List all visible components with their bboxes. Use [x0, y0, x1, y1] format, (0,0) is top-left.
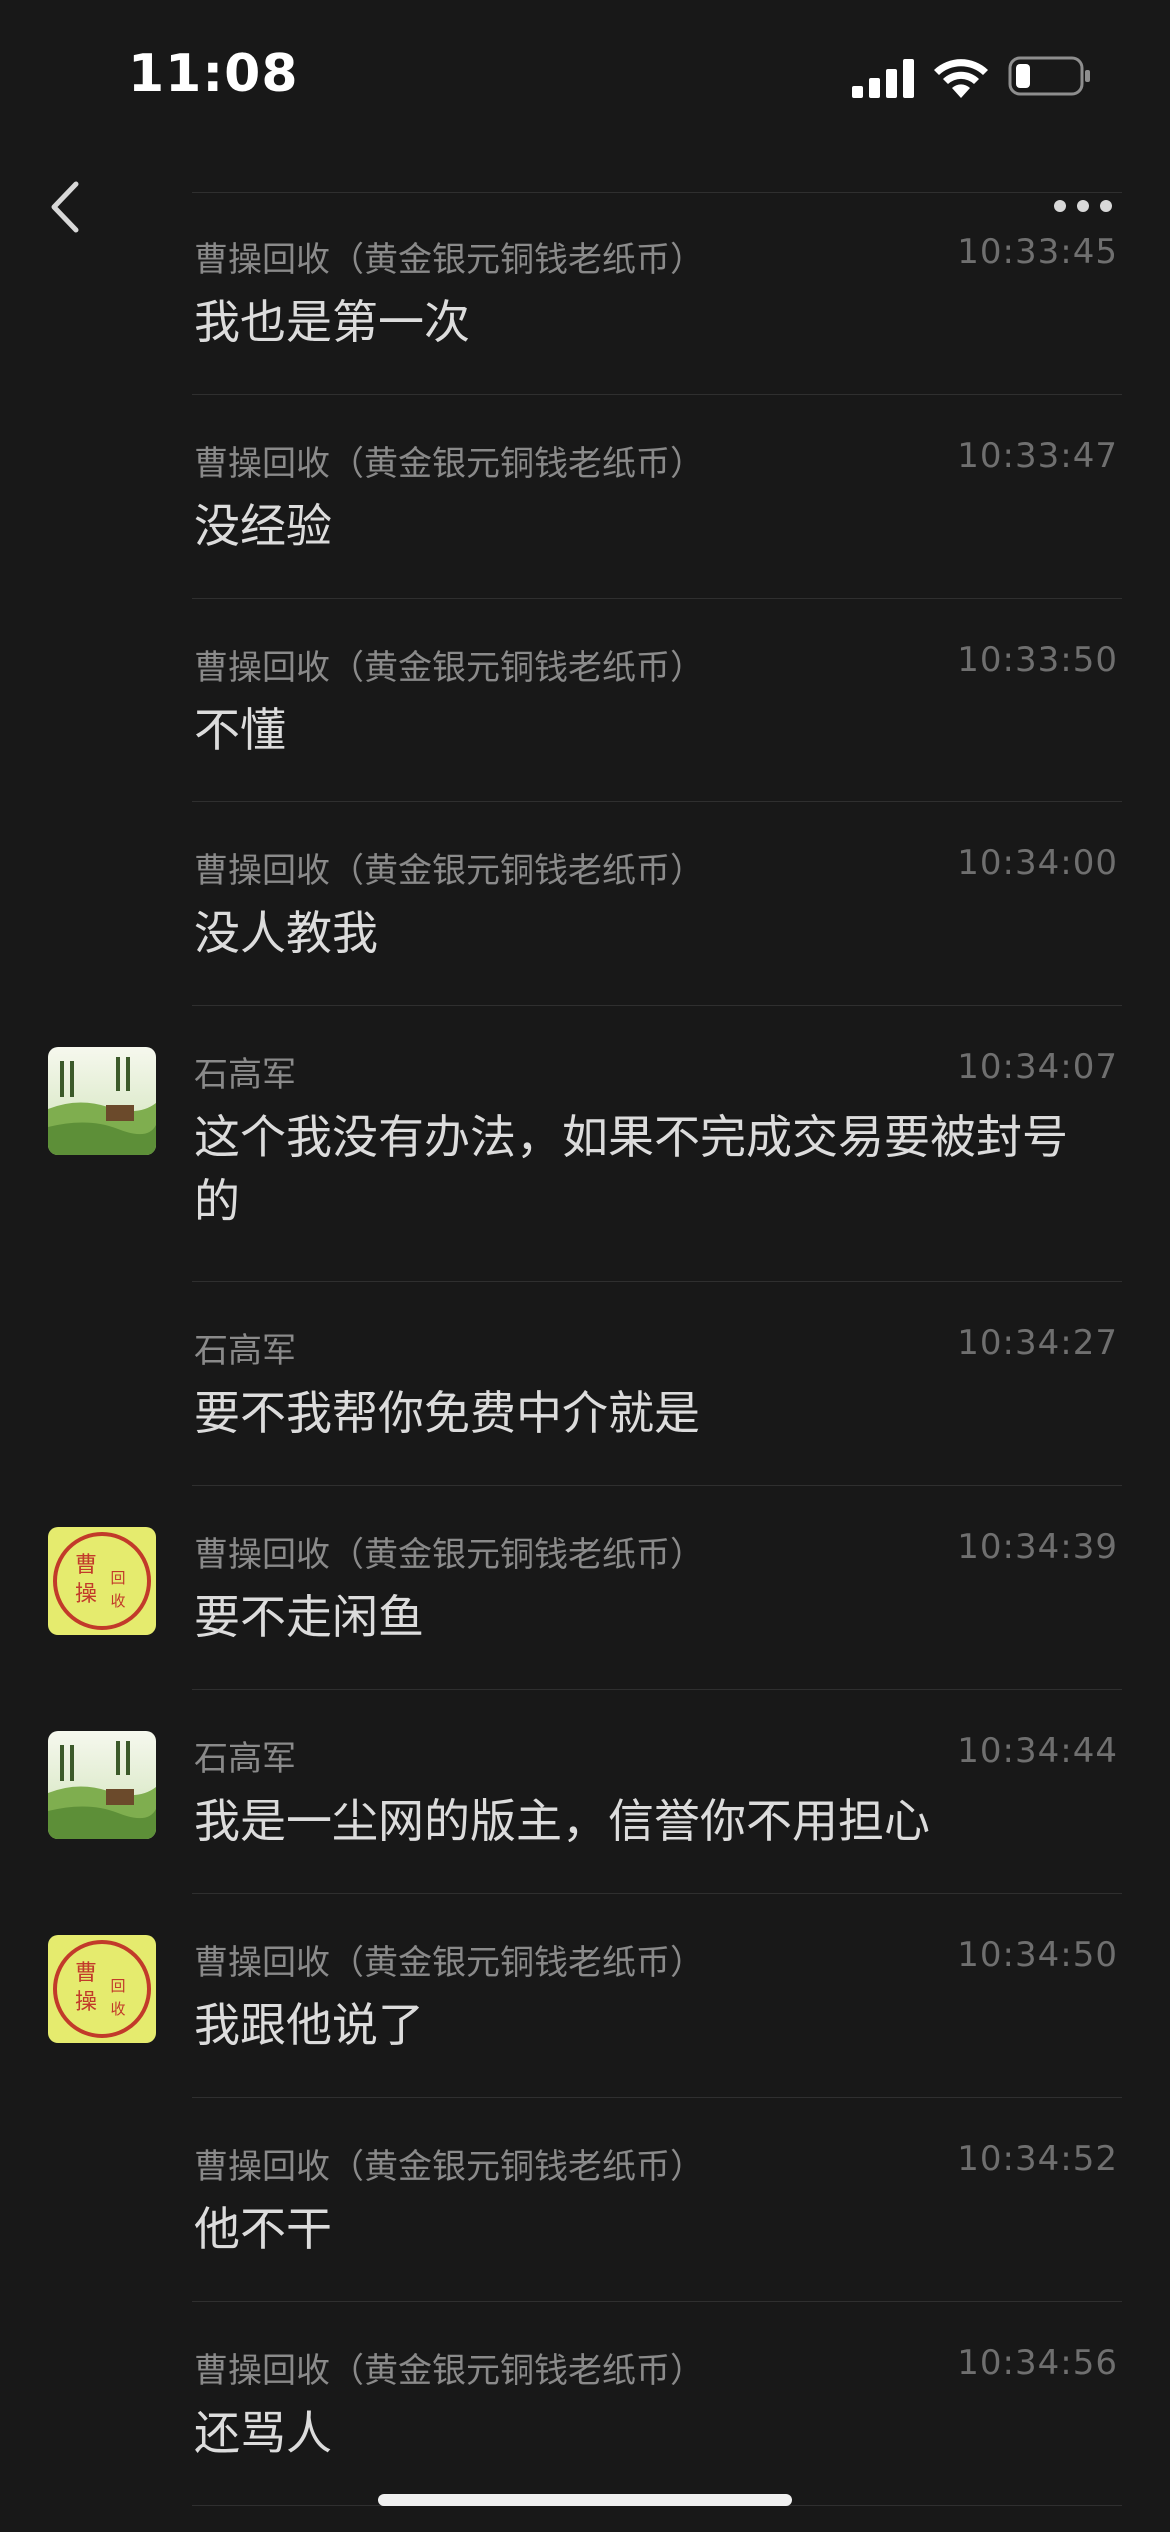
- message-sender: 曹操回收（黄金银元铜钱老纸币）: [194, 851, 704, 891]
- message-sender: 曹操回收（黄金银元铜钱老纸币）: [194, 1943, 704, 1983]
- top-divider: [192, 192, 1122, 193]
- svg-text:回: 回: [110, 1569, 125, 1587]
- landscape-avatar[interactable]: [48, 1047, 156, 1155]
- message-sender: 石高军: [194, 1739, 296, 1779]
- battery-icon: [1008, 56, 1090, 96]
- status-bar: 11:08: [0, 0, 1170, 150]
- cellular-signal-icon: [852, 59, 914, 98]
- message-timestamp: 10:34:27: [957, 1323, 1118, 1363]
- svg-text:曹: 曹: [75, 1961, 97, 1986]
- message-divider: [192, 801, 1122, 802]
- message-timestamp: 10:33:45: [957, 232, 1118, 272]
- message-sender: 曹操回收（黄金银元铜钱老纸币）: [194, 240, 704, 280]
- message-divider: [192, 1005, 1122, 1006]
- message-sender: 曹操回收（黄金银元铜钱老纸币）: [194, 2147, 704, 2187]
- message-sender: 曹操回收（黄金银元铜钱老纸币）: [194, 1535, 704, 1575]
- message-text: 不懂: [194, 703, 286, 757]
- message-text: 这个我没有办法，如果不完成交易要被封号的: [194, 1110, 1068, 1228]
- message-divider: [192, 1281, 1122, 1282]
- message-sender: 曹操回收（黄金银元铜钱老纸币）: [194, 444, 704, 484]
- message-text: 还骂人: [194, 2406, 332, 2460]
- message-text: 我跟他说了: [194, 1998, 424, 2052]
- message-text: 没人教我: [194, 906, 378, 960]
- wifi-icon: [934, 59, 988, 98]
- svg-text:收: 收: [110, 2000, 125, 2018]
- message-text: 要不走闲鱼: [194, 1590, 424, 1644]
- message-sender: 曹操回收（黄金银元铜钱老纸币）: [194, 2351, 704, 2391]
- svg-text:收: 收: [110, 1592, 125, 1610]
- message-sender: 曹操回收（黄金银元铜钱老纸币）: [194, 648, 704, 688]
- svg-text:操: 操: [75, 1990, 97, 2015]
- message-sender: 石高军: [194, 1331, 296, 1371]
- message-text: 要不我帮你免费中介就是: [194, 1386, 700, 1440]
- message-sender: 石高军: [194, 1055, 296, 1095]
- message-timestamp: 10:34:39: [957, 1527, 1118, 1567]
- message-text: 他不干: [194, 2202, 332, 2256]
- chat-history-screen: 11:08 曹操回收（黄金银元铜钱老纸币） 10:33:45 我也是第一次 曹操回收（…: [0, 0, 1170, 2532]
- svg-text:回: 回: [110, 1977, 125, 1995]
- message-divider: [192, 1893, 1122, 1894]
- message-timestamp: 10:34:50: [957, 1935, 1118, 1975]
- seal-avatar[interactable]: 曹操回收: [48, 1935, 156, 2043]
- message-text: 我是一尘网的版主，信誉你不用担心: [194, 1794, 930, 1848]
- seal-avatar[interactable]: 曹操回收: [48, 1527, 156, 1635]
- message-timestamp: 10:33:47: [957, 436, 1118, 476]
- message-timestamp: 10:33:50: [957, 640, 1118, 680]
- message-divider: [192, 1689, 1122, 1690]
- svg-text:曹: 曹: [75, 1553, 97, 1578]
- message-divider: [192, 394, 1122, 395]
- message-text: 没经验: [194, 499, 332, 553]
- svg-text:操: 操: [75, 1582, 97, 1607]
- message-timestamp: 10:34:56: [957, 2343, 1118, 2383]
- landscape-avatar[interactable]: [48, 1731, 156, 1839]
- message-text: 我也是第一次: [194, 295, 470, 349]
- message-divider: [192, 2301, 1122, 2302]
- message-divider: [192, 2097, 1122, 2098]
- home-indicator[interactable]: [378, 2494, 792, 2506]
- ellipsis-icon[interactable]: [1052, 196, 1114, 216]
- message-timestamp: 10:34:44: [957, 1731, 1118, 1771]
- message-timestamp: 10:34:00: [957, 843, 1118, 883]
- message-divider: [192, 1485, 1122, 1486]
- message-divider: [192, 598, 1122, 599]
- status-time: 11:08: [128, 44, 299, 104]
- message-timestamp: 10:34:52: [957, 2139, 1118, 2179]
- chevron-left-icon[interactable]: [44, 178, 86, 236]
- message-timestamp: 10:34:07: [957, 1047, 1118, 1087]
